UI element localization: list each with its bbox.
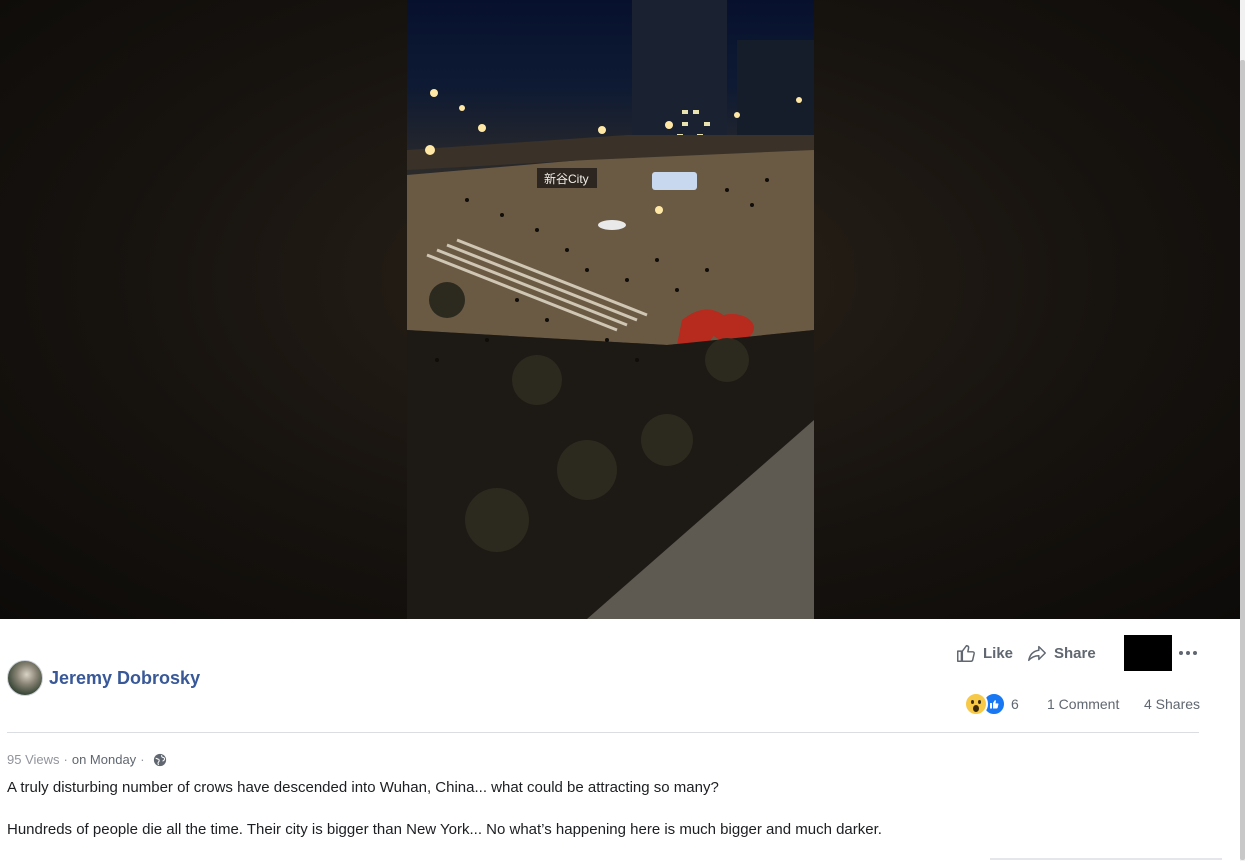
post-caption-line: Hundreds of people die all the time. The… (7, 821, 882, 838)
globe-icon[interactable] (153, 753, 167, 767)
like-button[interactable]: Like (955, 640, 1013, 666)
comments-count-link[interactable]: 1 Comment (1047, 696, 1119, 712)
shares-count-link[interactable]: 4 Shares (1144, 696, 1200, 712)
thumbs-up-icon (957, 644, 975, 662)
more-dot (1193, 651, 1197, 655)
reaction-count: 6 (1011, 696, 1019, 712)
meta-separator: · (63, 752, 68, 767)
post-caption-line: A truly disturbing number of crows have … (7, 779, 719, 796)
redacted-avatar-box (1124, 635, 1172, 671)
share-arrow-icon (1028, 645, 1046, 662)
bottom-divider (990, 858, 1222, 860)
car (598, 220, 626, 230)
tower-building (632, 0, 727, 140)
divider (7, 732, 1199, 733)
post-date[interactable]: on Monday (72, 752, 136, 767)
author-name-link[interactable]: Jeremy Dobrosky (49, 668, 200, 689)
wow-reaction-icon (964, 692, 988, 716)
video-player[interactable]: 新谷City (0, 0, 1240, 619)
post-meta: 95 Views · on Monday · (7, 752, 167, 767)
bus (652, 172, 697, 190)
more-options-button[interactable] (1176, 640, 1200, 666)
right-building (737, 40, 814, 150)
city-sign-text: 新谷City (544, 171, 589, 186)
like-label: Like (983, 644, 1014, 662)
intersection-road (407, 140, 814, 345)
more-dot (1186, 651, 1190, 655)
view-count: 95 Views (7, 752, 60, 767)
meta-separator: · (140, 752, 145, 767)
share-button[interactable]: Share (1026, 640, 1096, 666)
night-city-scene: 新谷City (407, 0, 814, 619)
video-frame[interactable]: 新谷City (407, 0, 814, 619)
author-avatar[interactable] (7, 660, 43, 696)
reactions-summary[interactable]: 6 (964, 692, 1019, 716)
more-dot (1179, 651, 1183, 655)
scrollbar-thumb[interactable] (1240, 60, 1245, 860)
share-label: Share (1054, 644, 1096, 662)
